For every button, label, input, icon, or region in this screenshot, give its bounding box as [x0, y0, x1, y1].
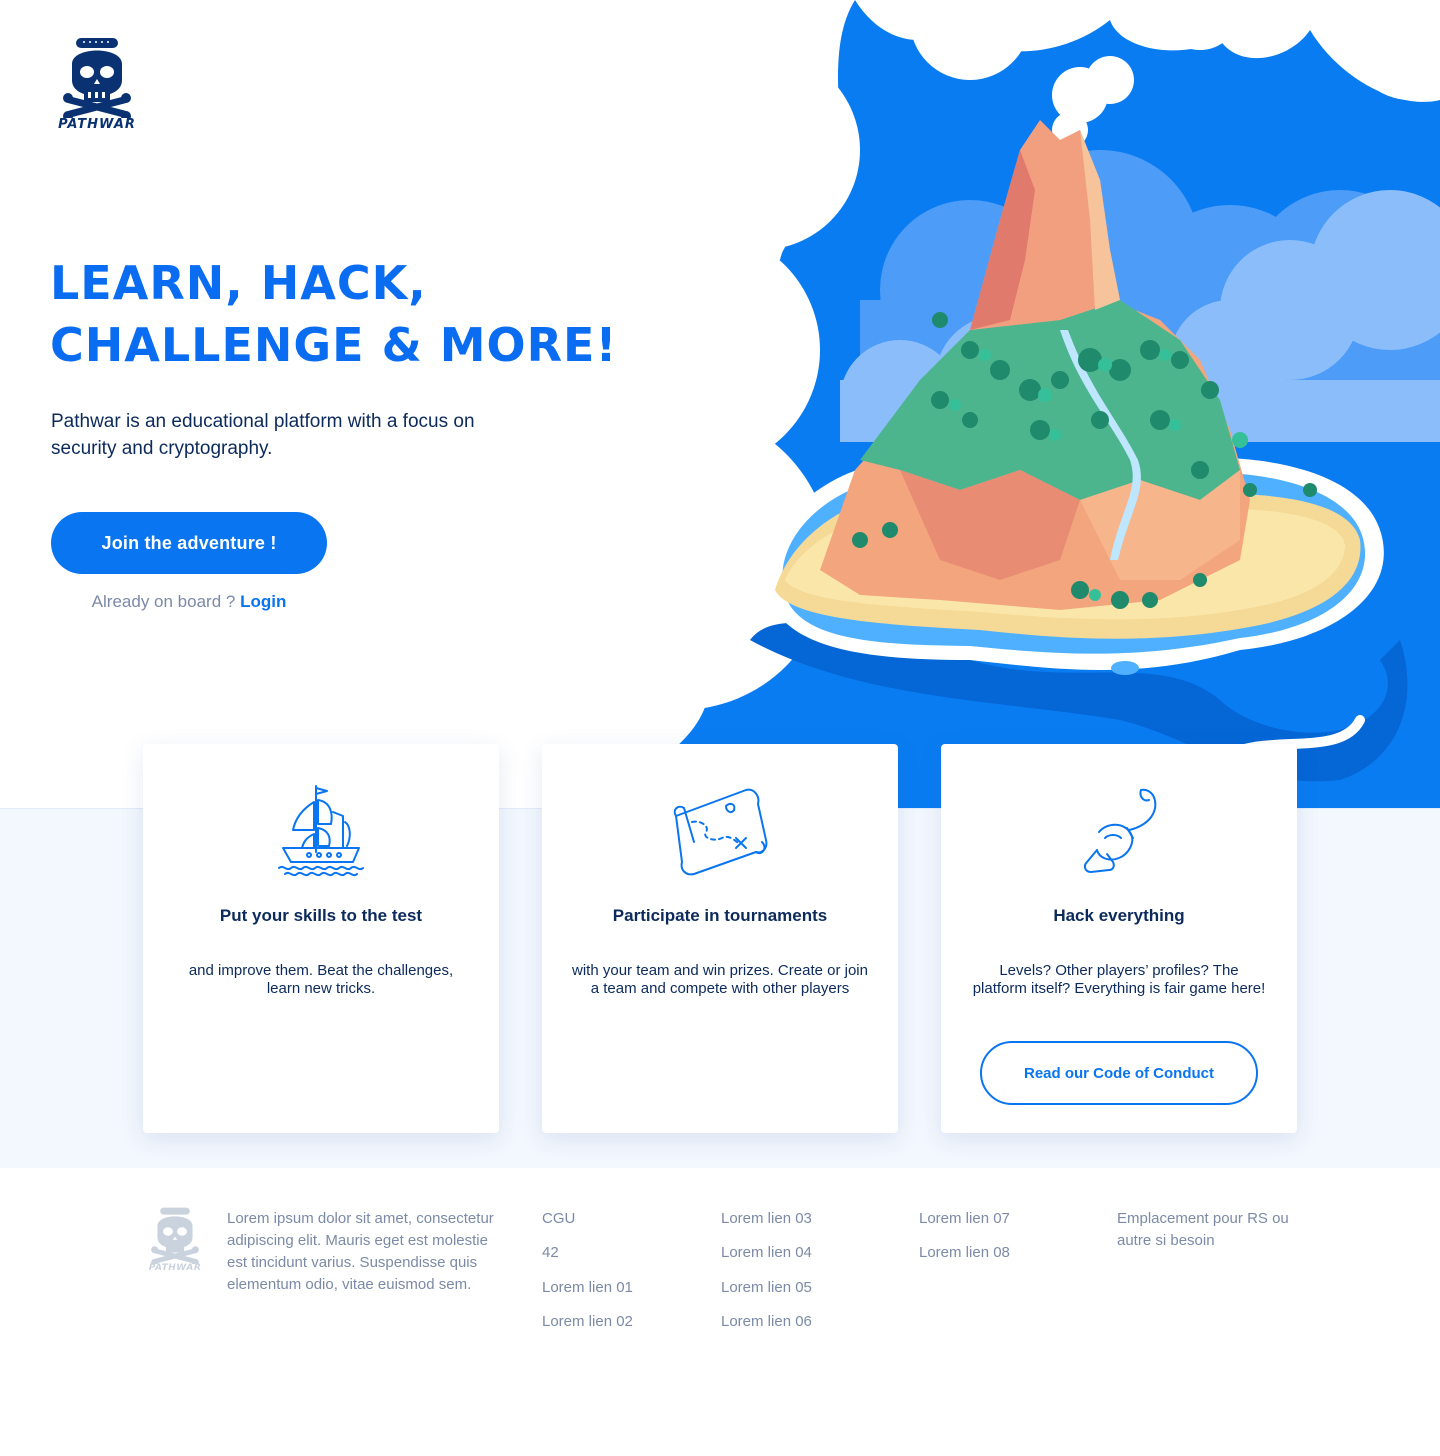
- pirate-hook-icon: [1083, 788, 1157, 873]
- footer-description: Lorem ipsum dolor sit amet, consectetur …: [227, 1210, 494, 1293]
- footer-links-col-1: CGU 42 Lorem lien 01 Lorem lien 02: [542, 1208, 633, 1346]
- pirate-ship-icon: [278, 785, 364, 877]
- card-title: Participate in tournaments: [612, 906, 828, 925]
- footer-link-03[interactable]: Lorem lien 03: [721, 1210, 812, 1227]
- footer-link-item: Lorem lien 04: [721, 1242, 812, 1276]
- code-of-conduct-button[interactable]: Read our Code of Conduct: [980, 1041, 1258, 1105]
- footer-links-col-2: Lorem lien 03 Lorem lien 04 Lorem lien 0…: [721, 1208, 812, 1346]
- footer-link-02[interactable]: Lorem lien 02: [542, 1313, 633, 1330]
- footer-link-item: 42: [542, 1242, 633, 1276]
- already-on-board: Already on board ? Login: [51, 592, 327, 612]
- skull-logo-icon: [151, 1207, 199, 1266]
- card-text: Levels? Other players’ profiles? The pla…: [972, 962, 1266, 997]
- feature-card-skills: Put your skills to the test and improve …: [143, 744, 499, 1133]
- hero-headline: LEARN, HACK, CHALLENGE & MORE!: [50, 252, 650, 376]
- footer-link-item: Lorem lien 08: [919, 1242, 1010, 1276]
- hero-intro: Pathwar is an educational platform with …: [51, 411, 475, 459]
- footer-link-08[interactable]: Lorem lien 08: [919, 1244, 1010, 1261]
- join-adventure-button[interactable]: Join the adventure !: [51, 512, 327, 574]
- card-text: and improve them. Beat the challenges, l…: [188, 962, 454, 997]
- card-text: with your team and win prizes. Create or…: [572, 962, 868, 997]
- feature-card-tournaments: Participate in tournaments with your tea…: [542, 744, 898, 1133]
- login-link[interactable]: Login: [240, 592, 286, 611]
- footer-logo[interactable]: PATHWAR: [142, 1206, 208, 1276]
- footer-link-item: Lorem lien 03: [721, 1208, 812, 1242]
- footer-link-cgu[interactable]: CGU: [542, 1210, 575, 1227]
- footer-link-item: Lorem lien 02: [542, 1311, 633, 1345]
- footer-link-07[interactable]: Lorem lien 07: [919, 1210, 1010, 1227]
- footer-link-05[interactable]: Lorem lien 05: [721, 1279, 812, 1296]
- headline-line-2: CHALLENGE & MORE!: [50, 318, 618, 372]
- footer-link-item: Lorem lien 06: [721, 1311, 812, 1345]
- footer-link-01[interactable]: Lorem lien 01: [542, 1279, 633, 1296]
- footer-link-06[interactable]: Lorem lien 06: [721, 1313, 812, 1330]
- skull-logo-icon: [63, 38, 131, 118]
- treasure-map-icon: [673, 788, 768, 876]
- pathwar-logo[interactable]: PATHWAR: [50, 36, 144, 134]
- headline-line-1: LEARN, HACK,: [50, 256, 427, 310]
- footer-logo-wordmark: PATHWAR: [148, 1263, 202, 1273]
- footer-links-col-3: Lorem lien 07 Lorem lien 08: [919, 1208, 1010, 1277]
- card-title: Hack everything: [1053, 906, 1185, 925]
- social-placeholder: Emplacement pour RS ou autre si besoin: [1117, 1210, 1289, 1249]
- footer-link-item: Lorem lien 07: [919, 1208, 1010, 1242]
- footer-link-item: Lorem lien 01: [542, 1277, 633, 1311]
- card-title: Put your skills to the test: [219, 906, 423, 925]
- logo-wordmark: PATHWAR: [58, 117, 136, 132]
- footer-link-item: CGU: [542, 1208, 633, 1242]
- island-illustration: [640, 0, 1440, 808]
- already-text: Already on board ?: [91, 592, 236, 611]
- footer-link-04[interactable]: Lorem lien 04: [721, 1244, 812, 1261]
- footer-link-item: Lorem lien 05: [721, 1277, 812, 1311]
- footer-link-42[interactable]: 42: [542, 1244, 559, 1261]
- feature-card-hack: Hack everything Levels? Other players’ p…: [941, 744, 1297, 1133]
